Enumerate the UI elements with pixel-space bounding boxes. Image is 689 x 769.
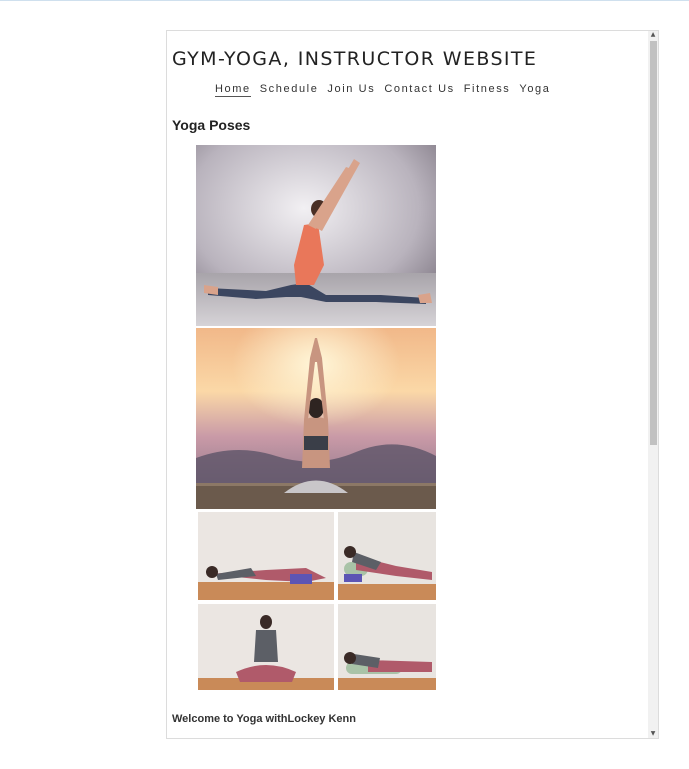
- page-frame: GYM-YOGA, INSTRUCTOR WEBSITE Home Schedu…: [166, 30, 659, 739]
- site-title: GYM-YOGA, INSTRUCTOR WEBSITE: [172, 48, 538, 70]
- nav-schedule[interactable]: Schedule: [260, 83, 319, 97]
- yoga-sunset-meditation-photo: [196, 328, 436, 509]
- nav-join-us[interactable]: Join Us: [327, 83, 375, 97]
- vertical-scrollbar[interactable]: ▲ ▼: [648, 31, 658, 738]
- scroll-thumb[interactable]: [650, 41, 657, 445]
- yoga-split-pose-photo: [196, 145, 436, 326]
- nav-yoga[interactable]: Yoga: [519, 83, 550, 97]
- nav-fitness[interactable]: Fitness: [464, 83, 511, 97]
- welcome-text: Welcome to Yoga withLockey Kenn: [172, 713, 356, 725]
- main-nav: Home Schedule Join Us Contact Us Fitness…: [215, 83, 559, 97]
- triangle-up-icon[interactable]: ▲: [648, 31, 658, 39]
- nav-contact-us[interactable]: Contact Us: [384, 83, 454, 97]
- section-heading: Yoga Poses: [172, 117, 251, 133]
- yoga-restorative-poses-grid: [196, 512, 436, 690]
- nav-home[interactable]: Home: [215, 83, 251, 97]
- browser-top-border: [0, 0, 689, 1]
- triangle-down-icon[interactable]: ▼: [648, 730, 658, 738]
